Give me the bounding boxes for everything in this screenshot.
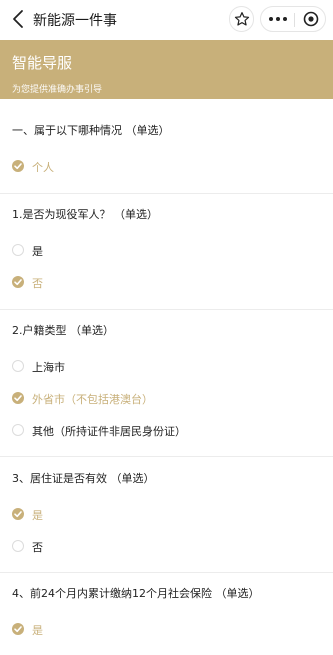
option-label: 外省市（不包括港澳台） bbox=[32, 393, 153, 406]
nav-bar: 新能源一件事 bbox=[0, 0, 333, 40]
back-icon[interactable] bbox=[8, 8, 30, 30]
question-title: 2.户籍类型 （单选） bbox=[12, 324, 114, 337]
radio-unchecked-icon bbox=[12, 540, 24, 552]
question-title: 一、属于以下哪种情况 （单选） bbox=[12, 124, 170, 137]
radio-unchecked-icon bbox=[12, 244, 24, 256]
option-label: 是 bbox=[32, 624, 43, 637]
divider bbox=[0, 193, 333, 194]
option-label: 其他（所持证件非居民身份证） bbox=[32, 425, 186, 438]
banner-title: 智能导服 bbox=[12, 54, 73, 72]
divider bbox=[0, 572, 333, 573]
divider bbox=[0, 309, 333, 310]
divider bbox=[0, 456, 333, 457]
capsule-divider bbox=[294, 13, 295, 27]
option-label: 否 bbox=[32, 541, 43, 554]
option-label: 是 bbox=[32, 245, 43, 258]
radio-checked-icon bbox=[12, 623, 24, 635]
banner: 智能导服 为您提供准确办事引导 bbox=[0, 40, 333, 99]
banner-subtitle: 为您提供准确办事引导 bbox=[12, 85, 103, 95]
radio-checked-icon bbox=[12, 508, 24, 520]
close-target-icon[interactable] bbox=[303, 11, 319, 27]
option-label: 否 bbox=[32, 277, 43, 290]
more-icon[interactable] bbox=[268, 16, 288, 22]
page-title: 新能源一件事 bbox=[33, 13, 117, 29]
radio-unchecked-icon bbox=[12, 360, 24, 372]
capsule-menu bbox=[260, 6, 326, 32]
radio-checked-icon bbox=[12, 160, 24, 172]
favorite-button[interactable] bbox=[229, 6, 254, 32]
question-title: 3、居住证是否有效 （单选） bbox=[12, 472, 155, 485]
radio-checked-icon bbox=[12, 276, 24, 288]
option-label: 个人 bbox=[32, 161, 54, 174]
radio-checked-icon bbox=[12, 392, 24, 404]
star-icon bbox=[234, 12, 250, 26]
option-label: 上海市 bbox=[32, 361, 65, 374]
radio-unchecked-icon bbox=[12, 424, 24, 436]
question-title: 4、前24个月内累计缴纳12个月社会保险 （单选） bbox=[12, 587, 260, 600]
option-label: 是 bbox=[32, 509, 43, 522]
question-title: 1.是否为现役军人？ （单选） bbox=[12, 208, 158, 221]
